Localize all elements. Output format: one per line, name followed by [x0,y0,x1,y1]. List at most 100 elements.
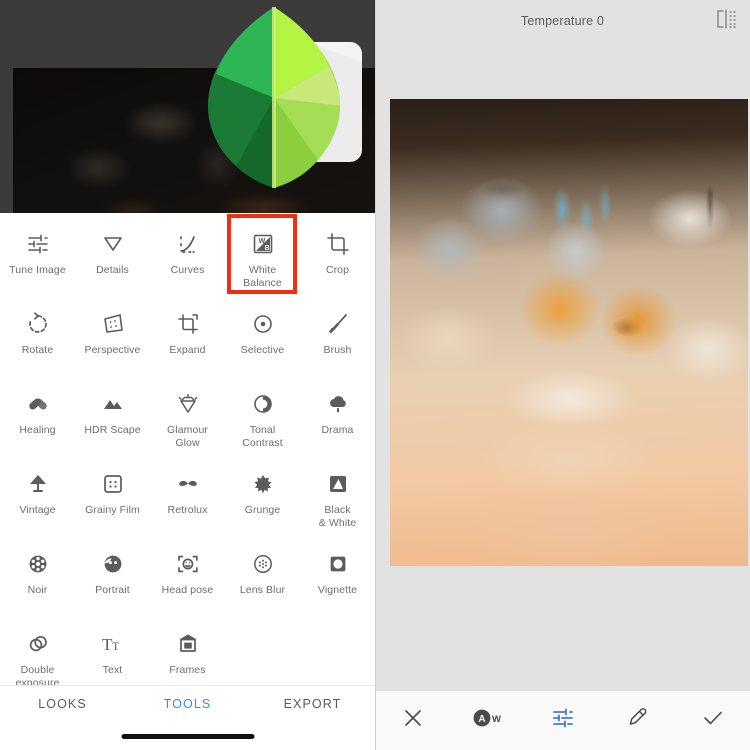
tool-hdr-scape[interactable]: HDR Scape [75,383,150,463]
cancel-button[interactable] [375,707,450,734]
adjust-sliders-button[interactable] [525,706,600,735]
tool-label: Retrolux [167,504,208,516]
noir-icon [25,551,51,577]
tool-perspective[interactable]: Perspective [75,303,150,383]
tools-row: Noir Portrait Head pose Lens Blur Vignet… [0,543,375,623]
tool-healing[interactable]: Healing [0,383,75,463]
tools-row: Double exposure T T Text Frames [0,623,375,685]
tool-label: Tonal Contrast [242,424,283,449]
tool-drama[interactable]: Drama [300,383,375,463]
rotate-icon [25,311,51,337]
lens-blur-icon [250,551,276,577]
tool-label: Drama [321,424,354,436]
tools-row: Vintage Grainy Film Retrolux Grunge Blac… [0,463,375,543]
tool-label: Healing [19,424,56,436]
edited-preview-photo[interactable] [390,99,748,566]
tune-image-icon [25,231,51,257]
tool-noir[interactable]: Noir [0,543,75,623]
tools-grid: Tune Image Details Curves W B White Bala… [0,213,375,685]
auto-white-balance-button[interactable]: A W [450,707,525,734]
perspective-icon [100,311,126,337]
tool-tonal-contrast[interactable]: Tonal Contrast [225,383,300,463]
eyedropper-button[interactable] [600,707,675,734]
vignette-icon [325,551,351,577]
tool-vintage[interactable]: Vintage [0,463,75,543]
tool-empty [225,623,300,685]
eyedropper-icon [627,707,649,734]
tool-label: Perspective [84,344,141,356]
tool-details[interactable]: Details [75,223,150,303]
snapseed-leaf-logo [186,2,362,194]
tool-label: Head pose [161,584,214,596]
svg-text:T: T [112,639,120,653]
tab-export[interactable]: EXPORT [250,697,375,711]
vintage-icon [25,471,51,497]
tool-black-and-white[interactable]: Black & White [300,463,375,543]
right-panel: Temperature 0 Temperature 0 [375,0,750,750]
double-exposure-icon [25,631,51,657]
tool-expand[interactable]: Expand [150,303,225,383]
black-and-white-icon [325,471,351,497]
tools-row: Rotate Perspective Expand Selective Brus… [0,303,375,383]
brush-icon [325,311,351,337]
tool-label: HDR Scape [84,424,141,436]
frames-icon [175,631,201,657]
apply-button[interactable] [675,707,750,734]
right-header: Temperature 0 [375,0,750,42]
tool-label: Crop [325,264,350,276]
tool-label: Brush [323,344,352,356]
tool-label: Vignette [317,584,358,596]
tool-label: Noir [27,584,48,596]
tab-tools[interactable]: TOOLS [125,697,250,711]
curves-icon [175,231,201,257]
tool-label: Curves [170,264,205,276]
tool-label: White Balance [243,264,282,289]
tool-vignette[interactable]: Vignette [300,543,375,623]
tool-lens-blur[interactable]: Lens Blur [225,543,300,623]
white-balance-icon: W B [250,231,276,257]
retrolux-icon [175,471,201,497]
tool-curves[interactable]: Curves [150,223,225,303]
tool-portrait[interactable]: Portrait [75,543,150,623]
tool-text[interactable]: T T Text [75,623,150,685]
tool-head-pose[interactable]: Head pose [150,543,225,623]
svg-text:W: W [492,714,501,725]
hero-section [0,0,375,213]
tool-empty [300,623,375,685]
svg-text:B: B [264,245,269,252]
svg-text:A: A [478,714,485,725]
selective-icon [250,311,276,337]
expand-icon [175,311,201,337]
compare-split-icon[interactable] [714,8,738,30]
snapseed-screenshot: Tune Image Details Curves W B White Bala… [0,0,750,750]
tool-grunge[interactable]: Grunge [225,463,300,543]
tool-brush[interactable]: Brush [300,303,375,383]
panel-divider [375,0,376,750]
tool-white-balance[interactable]: W B White Balance [225,214,300,303]
healing-icon [25,391,51,417]
tool-label: Selective [240,344,285,356]
tool-label: Expand [169,344,206,356]
tool-label: Tune Image [9,264,66,276]
tool-rotate[interactable]: Rotate [0,303,75,383]
crop-icon [325,231,351,257]
tool-frames[interactable]: Frames [150,623,225,685]
tool-glamour-glow[interactable]: Glamour Glow [150,383,225,463]
tool-label: Vintage [19,504,56,516]
hdr-scape-icon [100,391,126,417]
left-panel: Tune Image Details Curves W B White Bala… [0,0,375,750]
tool-retrolux[interactable]: Retrolux [150,463,225,543]
tool-label: Portrait [95,584,130,596]
tool-selective[interactable]: Selective [225,303,300,383]
tool-label: Double exposure [15,664,60,685]
tool-label: Grunge [244,504,281,516]
tool-label: Grainy Film [85,504,140,516]
tool-double-exposure[interactable]: Double exposure [0,623,75,685]
tool-tune-image[interactable]: Tune Image [0,223,75,303]
tool-grainy-film[interactable]: Grainy Film [75,463,150,543]
tab-looks[interactable]: LOOKS [0,697,125,711]
tool-label: Lens Blur [239,584,286,596]
tool-crop[interactable]: Crop [300,223,375,303]
svg-text:W: W [258,238,265,245]
tools-row: Tune Image Details Curves W B White Bala… [0,214,375,303]
